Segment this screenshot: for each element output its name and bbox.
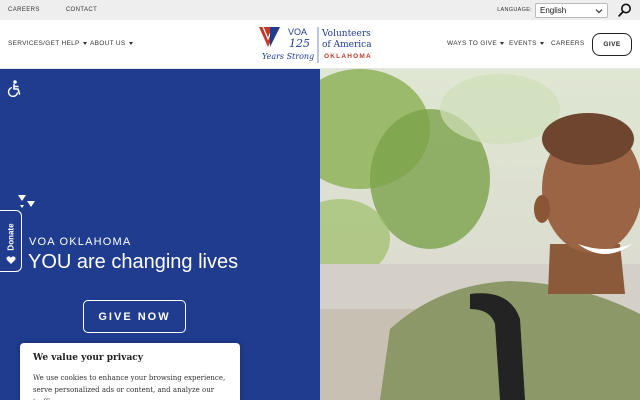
triangle-mark-icon bbox=[18, 195, 35, 208]
cookie-consent-banner: We value your privacy We use cookies to … bbox=[20, 343, 240, 400]
nav-label: ABOUT US bbox=[90, 40, 126, 47]
nav-ways-to-give[interactable]: WAYS TO GIVE bbox=[447, 40, 504, 47]
hero-photo bbox=[320, 69, 640, 400]
give-now-button[interactable]: GIVE NOW bbox=[83, 300, 186, 333]
nav-label: SERVICES/GET HELP bbox=[8, 40, 80, 47]
dropdown-caret-icon bbox=[128, 42, 133, 45]
logo-org-line1: Volunteers bbox=[321, 29, 371, 39]
dropdown-caret-icon bbox=[499, 42, 504, 45]
logo-org-line2: of America bbox=[322, 40, 372, 50]
accessibility-button[interactable] bbox=[0, 74, 27, 102]
nav-careers[interactable]: CAREERS bbox=[551, 40, 585, 47]
voa-logo[interactable]: VOA 125 Years Strong Volunteers of Ameri… bbox=[258, 25, 382, 65]
cookie-body-line1: We use cookies to enhance your browsing … bbox=[33, 374, 226, 382]
hero-headline: YOU are changing lives bbox=[28, 251, 239, 273]
nav-services-get-help[interactable]: SERVICES/GET HELP bbox=[8, 40, 87, 47]
logo-region-text: OKLAHOMA bbox=[324, 53, 372, 60]
accessibility-icon bbox=[7, 80, 20, 97]
main-nav: SERVICES/GET HELP ABOUT US VOA 125 Years… bbox=[0, 20, 640, 69]
language-select-value: English bbox=[540, 5, 567, 15]
nav-label: CAREERS bbox=[551, 40, 585, 47]
nav-label: EVENTS bbox=[509, 40, 537, 47]
nav-label: WAYS TO GIVE bbox=[447, 40, 497, 47]
nav-about-us[interactable]: ABOUT US bbox=[90, 40, 133, 47]
hero-eyebrow: VOA OKLAHOMA bbox=[29, 236, 132, 248]
donate-side-tab[interactable]: Donate bbox=[0, 210, 22, 272]
cookie-title: We value your privacy bbox=[33, 353, 143, 363]
language-label: LANGUAGE: bbox=[497, 7, 532, 13]
nav-events[interactable]: EVENTS bbox=[509, 40, 544, 47]
give-button[interactable]: GIVE bbox=[592, 33, 632, 56]
utility-bar: CAREERS CONTACT LANGUAGE: English bbox=[0, 0, 640, 20]
dropdown-caret-icon bbox=[82, 42, 87, 45]
donate-tab-label: Donate bbox=[6, 223, 16, 251]
smiling-man-photo-illustration bbox=[320, 69, 640, 400]
careers-link[interactable]: CAREERS bbox=[8, 7, 40, 13]
chevron-down-icon bbox=[595, 8, 603, 13]
logo-voa-text: VOA bbox=[288, 27, 307, 37]
language-select[interactable]: English bbox=[535, 2, 608, 18]
dropdown-caret-icon bbox=[539, 42, 544, 45]
contact-link[interactable]: CONTACT bbox=[66, 7, 97, 13]
heart-icon bbox=[6, 256, 16, 264]
cookie-body-line2: serve personalized ads or content, and a… bbox=[33, 386, 215, 400]
search-icon[interactable] bbox=[618, 3, 632, 17]
logo-years-strong-text: Years Strong bbox=[262, 52, 314, 61]
logo-anniversary-text: 125 bbox=[289, 37, 310, 50]
